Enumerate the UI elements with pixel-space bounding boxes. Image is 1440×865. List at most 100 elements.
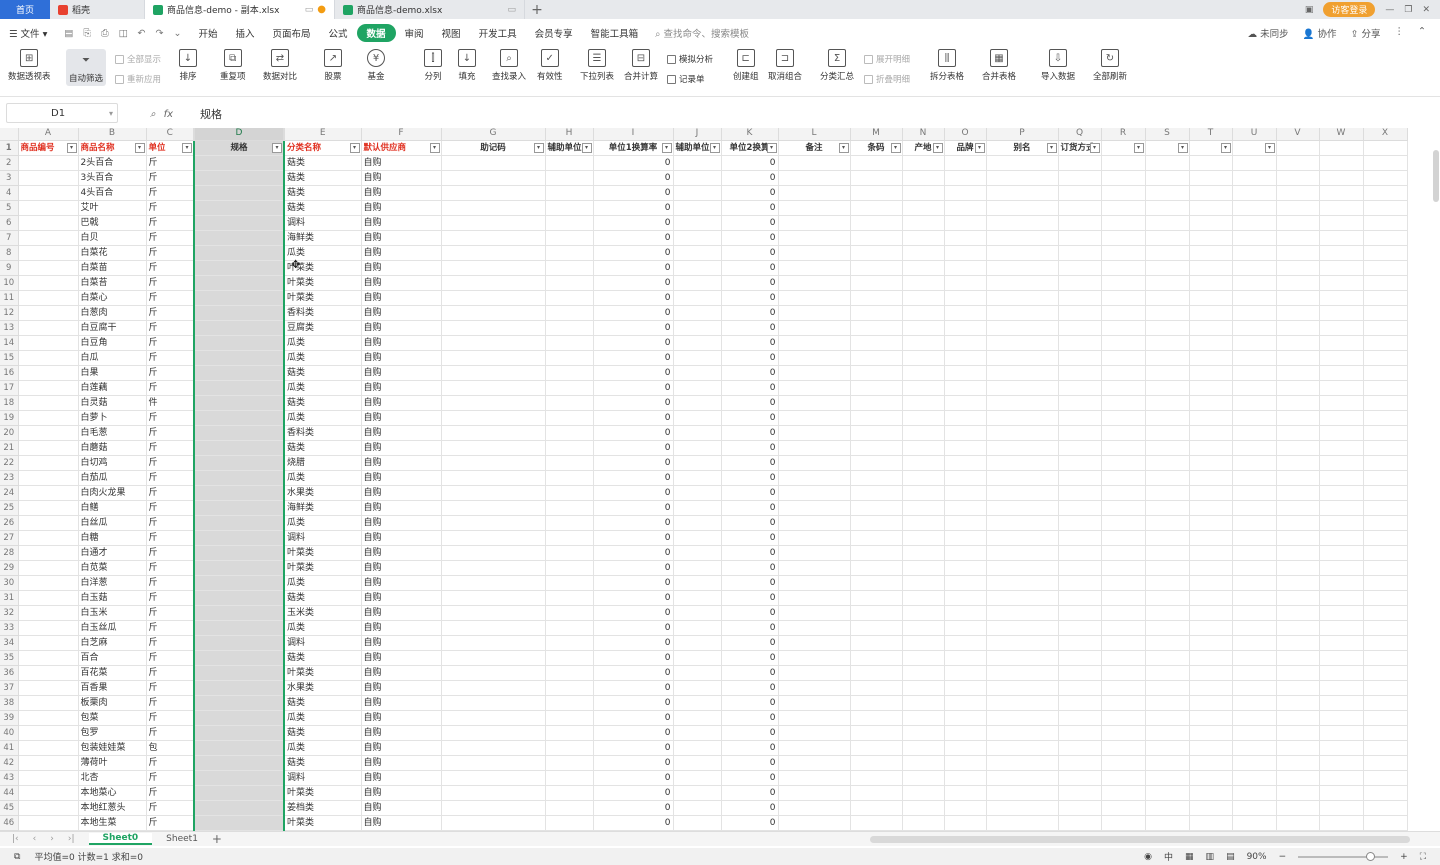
cell[interactable]: 白毛葱 [78, 425, 147, 441]
cell[interactable] [1363, 710, 1408, 726]
cell[interactable]: 斤 [146, 755, 195, 771]
cell[interactable]: 叶菜类 [284, 545, 362, 561]
cell[interactable] [193, 680, 285, 696]
cell[interactable] [673, 455, 722, 471]
cell[interactable] [944, 305, 987, 321]
cell[interactable] [1145, 200, 1190, 216]
cell[interactable] [193, 170, 285, 186]
cell[interactable] [1145, 575, 1190, 591]
cell[interactable] [673, 800, 722, 816]
cell[interactable] [673, 275, 722, 291]
cell[interactable] [944, 350, 987, 366]
cell[interactable] [1189, 380, 1233, 396]
cell[interactable] [850, 620, 903, 636]
cell[interactable] [545, 740, 594, 756]
cell[interactable] [441, 560, 546, 576]
cell[interactable] [441, 395, 546, 411]
cell[interactable]: 自购 [361, 245, 442, 261]
cell[interactable] [850, 680, 903, 696]
cell[interactable] [1145, 365, 1190, 381]
row-header[interactable]: 25 [0, 500, 19, 516]
cell[interactable] [850, 755, 903, 771]
cell[interactable] [1232, 230, 1277, 246]
cell[interactable]: 0 [721, 470, 779, 486]
cell[interactable] [545, 350, 594, 366]
cell[interactable] [441, 170, 546, 186]
cell[interactable]: 0 [593, 260, 674, 276]
header-cell[interactable]: 别名 ▾ [986, 140, 1059, 156]
cell[interactable]: 调料 [284, 770, 362, 786]
cell[interactable]: 白鳝 [78, 500, 147, 516]
cell[interactable]: 北杏 [78, 770, 147, 786]
cell[interactable]: 斤 [146, 440, 195, 456]
cell[interactable]: 调料 [284, 530, 362, 546]
cell[interactable]: 自购 [361, 770, 442, 786]
cell[interactable] [18, 785, 79, 801]
cell[interactable] [1276, 575, 1320, 591]
row-header[interactable]: 36 [0, 665, 19, 681]
row-header[interactable]: 43 [0, 770, 19, 786]
row-header[interactable]: 9 [0, 260, 19, 276]
tab-pin-icon[interactable]: ▭ [507, 5, 516, 15]
cell[interactable] [1189, 710, 1233, 726]
filter-dropdown-icon[interactable]: ▾ [1133, 142, 1144, 153]
cell[interactable]: 0 [593, 455, 674, 471]
cell[interactable] [18, 320, 79, 336]
row-header[interactable]: 33 [0, 620, 19, 636]
cell[interactable] [193, 290, 285, 306]
collaborate-button[interactable]: 👤 协作 [1303, 26, 1337, 40]
cell[interactable] [673, 440, 722, 456]
row-header[interactable]: 3 [0, 170, 19, 186]
cell[interactable]: 0 [593, 620, 674, 636]
cell[interactable] [1058, 500, 1102, 516]
header-cell[interactable]: 备注 ▾ [778, 140, 851, 156]
zoom-in-icon[interactable]: + [1400, 852, 1408, 862]
cell[interactable] [193, 410, 285, 426]
cell[interactable] [1101, 365, 1146, 381]
cell[interactable] [1189, 680, 1233, 696]
cell[interactable] [1101, 410, 1146, 426]
cell[interactable] [441, 275, 546, 291]
cell[interactable] [1101, 740, 1146, 756]
cell[interactable] [986, 665, 1059, 681]
cell[interactable] [18, 215, 79, 231]
cell[interactable] [545, 815, 594, 831]
cell[interactable] [1189, 530, 1233, 546]
cell[interactable] [441, 365, 546, 381]
cell[interactable] [545, 620, 594, 636]
row-header[interactable]: 2 [0, 155, 19, 171]
sync-status[interactable]: ☁ 未同步 [1248, 26, 1289, 40]
header-cell[interactable]: 订货方式 ▾ [1058, 140, 1102, 156]
cell[interactable] [944, 590, 987, 606]
cell[interactable]: 自购 [361, 620, 442, 636]
cell[interactable] [1363, 200, 1408, 216]
cell[interactable] [193, 665, 285, 681]
split-column-button[interactable]: ⫿ 分列 [424, 49, 442, 82]
cell[interactable]: 0 [593, 335, 674, 351]
vertical-scrollbar[interactable] [1433, 150, 1439, 202]
cell[interactable] [545, 635, 594, 651]
cell[interactable] [1232, 350, 1277, 366]
cell[interactable] [902, 170, 945, 186]
tab-demo-file[interactable]: 商品信息-demo.xlsx ▭ [335, 0, 525, 19]
cell[interactable] [441, 605, 546, 621]
cell[interactable]: 斤 [146, 335, 195, 351]
cell[interactable]: 菇类 [284, 650, 362, 666]
cell[interactable] [778, 335, 851, 351]
cell[interactable] [944, 575, 987, 591]
cell[interactable] [1189, 320, 1233, 336]
cell[interactable] [545, 170, 594, 186]
row-header[interactable]: 17 [0, 380, 19, 396]
cell[interactable] [850, 380, 903, 396]
cell[interactable]: 菇类 [284, 155, 362, 171]
cell[interactable] [1145, 290, 1190, 306]
undo-icon[interactable]: ↶ [138, 28, 146, 39]
cell[interactable]: 0 [593, 380, 674, 396]
cell[interactable] [850, 800, 903, 816]
cell[interactable] [1058, 290, 1102, 306]
cell[interactable] [1101, 200, 1146, 216]
cell[interactable]: 自购 [361, 575, 442, 591]
cell[interactable]: 4头百合 [78, 185, 147, 201]
cell[interactable] [778, 425, 851, 441]
filter-dropdown-icon[interactable]: ▾ [349, 142, 360, 153]
